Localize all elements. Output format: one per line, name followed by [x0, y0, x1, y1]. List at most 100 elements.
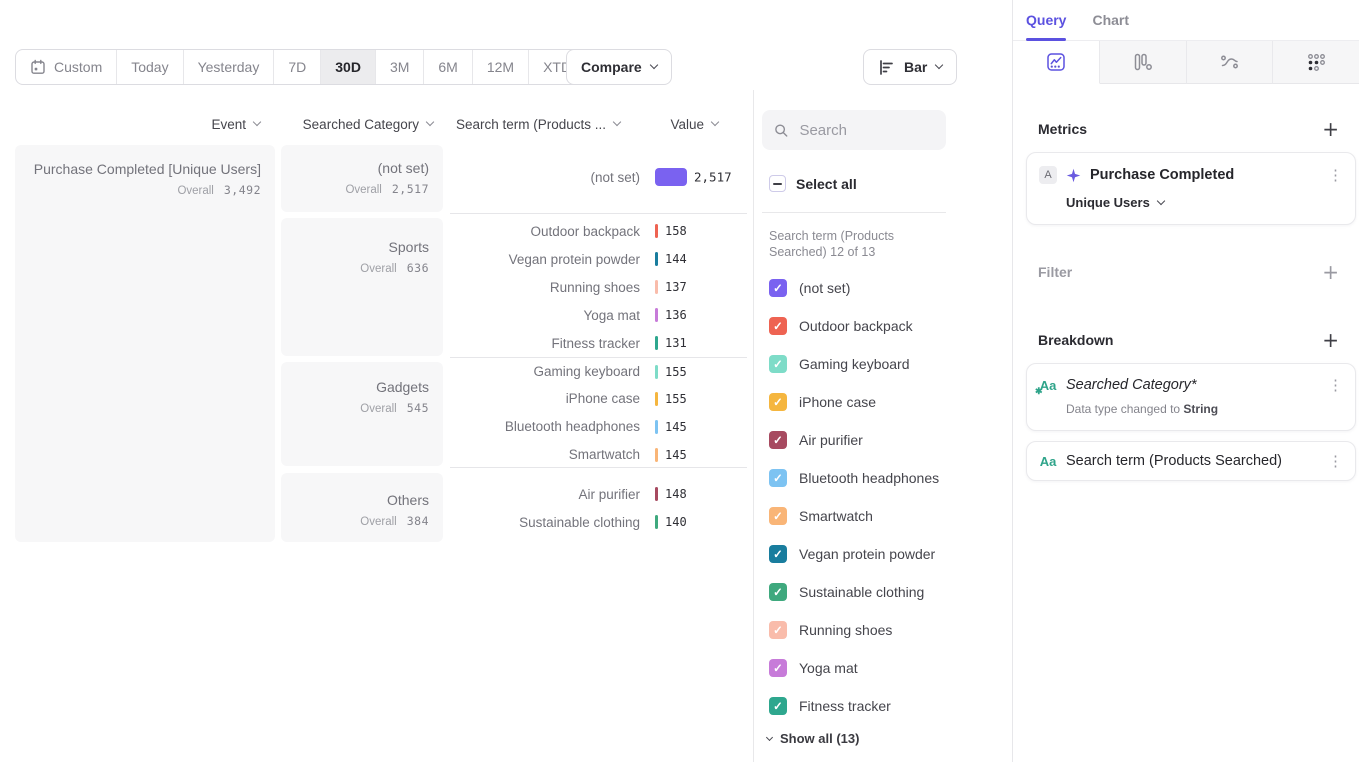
- add-filter-button[interactable]: +: [1322, 262, 1339, 282]
- checkbox-gaming-keyboard[interactable]: ✓: [769, 355, 787, 373]
- legend-item-not-set[interactable]: ✓(not set): [769, 270, 1009, 306]
- chevron-down-icon: [253, 118, 261, 126]
- chart-type-button[interactable]: Bar: [863, 49, 957, 85]
- checkbox-not-set[interactable]: ✓: [769, 279, 787, 297]
- chevron-down-icon: [613, 118, 621, 126]
- term-label: (not set): [450, 163, 640, 191]
- tab-query[interactable]: Query: [1026, 0, 1066, 40]
- chevron-down-icon: [426, 118, 434, 126]
- show-all-link[interactable]: Show all (13): [767, 731, 859, 746]
- tab-insights[interactable]: [1013, 41, 1100, 84]
- date-range-7d[interactable]: 7D: [274, 50, 321, 84]
- checkbox-outdoor-backpack[interactable]: ✓: [769, 317, 787, 335]
- bar-chart-icon: [878, 59, 895, 76]
- value-text: 145: [665, 420, 687, 434]
- column-header-search-term[interactable]: Search term (Products ...: [456, 113, 620, 135]
- value-bar[interactable]: [655, 336, 658, 350]
- category-card-others[interactable]: OthersOverall384: [281, 473, 443, 542]
- value-text: 144: [665, 252, 687, 266]
- add-metric-button[interactable]: +: [1322, 119, 1339, 139]
- breakdown-card-searched-category[interactable]: Aa✱ Searched Category* ⋮ Data type chang…: [1026, 363, 1356, 431]
- legend-item-running-shoes[interactable]: ✓Running shoes: [769, 612, 1009, 648]
- checkbox-smartwatch[interactable]: ✓: [769, 507, 787, 525]
- legend-item-label: Outdoor backpack: [799, 318, 913, 334]
- legend-search-box[interactable]: [762, 110, 946, 150]
- date-range-6m[interactable]: 6M: [424, 50, 472, 84]
- checkbox-yoga-mat[interactable]: ✓: [769, 659, 787, 677]
- value-bar[interactable]: [655, 487, 658, 501]
- checkbox-vegan-protein-powder[interactable]: ✓: [769, 545, 787, 563]
- legend-item-yoga-mat[interactable]: ✓Yoga mat: [769, 650, 1009, 686]
- term-label: Running shoes: [450, 273, 640, 301]
- column-header-value[interactable]: Value: [640, 113, 718, 135]
- date-range-12m[interactable]: 12M: [473, 50, 529, 84]
- value-bar[interactable]: [655, 280, 658, 294]
- category-card-not-set[interactable]: (not set)Overall2,517: [281, 145, 443, 212]
- date-range-custom[interactable]: Custom: [16, 50, 117, 84]
- tab-flows[interactable]: [1187, 41, 1274, 84]
- date-range-30d[interactable]: 30D: [321, 50, 376, 84]
- tab-chart[interactable]: Chart: [1092, 0, 1129, 40]
- value-bar[interactable]: [655, 420, 658, 434]
- string-type-icon: Aa✱: [1039, 378, 1057, 393]
- legend-item-gaming-keyboard[interactable]: ✓ Gaming keyboard: [769, 346, 1009, 382]
- panel-divider: [753, 90, 754, 762]
- date-range-yesterday[interactable]: Yesterday: [184, 50, 275, 84]
- checkbox-running-shoes[interactable]: ✓: [769, 621, 787, 639]
- counting-method-dropdown[interactable]: Unique Users: [1066, 195, 1343, 210]
- category-card-gadgets[interactable]: GadgetsOverall545: [281, 362, 443, 466]
- value-bar[interactable]: [655, 224, 658, 238]
- compare-button[interactable]: Compare: [566, 49, 672, 85]
- term-row-air-purifier: Air purifier148: [450, 480, 747, 508]
- metric-card[interactable]: A Purchase Completed ⋮ Unique Users: [1026, 152, 1356, 225]
- legend-item-fitness-tracker[interactable]: ✓Fitness tracker: [769, 688, 1009, 724]
- legend-item-label: Gaming keyboard: [799, 356, 910, 372]
- value-bar[interactable]: [655, 252, 658, 266]
- column-header-event[interactable]: Event: [15, 113, 260, 135]
- divider: [762, 212, 946, 213]
- value-text: 136: [665, 308, 687, 322]
- column-header-searched-category[interactable]: Searched Category: [281, 113, 433, 135]
- tab-funnels[interactable]: [1100, 41, 1187, 84]
- value-bar[interactable]: [655, 308, 658, 322]
- add-breakdown-button[interactable]: +: [1322, 330, 1339, 350]
- checkbox-air-purifier[interactable]: ✓: [769, 431, 787, 449]
- checkbox-iphone-case[interactable]: ✓: [769, 393, 787, 411]
- event-card[interactable]: Purchase Completed [Unique Users] Overal…: [15, 145, 275, 542]
- kebab-menu-icon[interactable]: ⋮: [1328, 454, 1343, 469]
- value-bar[interactable]: [655, 392, 658, 406]
- legend-item-air-purifier[interactable]: ✓Air purifier: [769, 422, 1009, 458]
- kebab-menu-icon[interactable]: ⋮: [1328, 168, 1343, 183]
- indeterminate-checkbox-icon[interactable]: [769, 175, 786, 192]
- legend-item-smartwatch[interactable]: ✓Smartwatch: [769, 498, 1009, 534]
- legend-item-sustainable-clothing[interactable]: ✓Sustainable clothing: [769, 574, 1009, 610]
- breakdown-card-search-term[interactable]: Aa Search term (Products Searched) ⋮: [1026, 441, 1356, 481]
- search-input[interactable]: [797, 121, 934, 140]
- legend-item-iphone-case[interactable]: ✓iPhone case: [769, 384, 1009, 420]
- checkbox-bluetooth-headphones[interactable]: ✓: [769, 469, 787, 487]
- kebab-menu-icon[interactable]: ⋮: [1328, 378, 1343, 393]
- term-row-yoga-mat: Yoga mat136: [450, 301, 747, 329]
- event-sparkle-icon: [1066, 168, 1081, 183]
- term-label: Bluetooth headphones: [450, 413, 640, 440]
- legend-item-outdoor-backpack[interactable]: ✓ Outdoor backpack: [769, 308, 1009, 344]
- category-card-sports[interactable]: SportsOverall636: [281, 218, 443, 356]
- chevron-down-icon: [935, 61, 943, 69]
- value-bar[interactable]: [655, 448, 658, 462]
- date-range-today[interactable]: Today: [117, 50, 183, 84]
- data-type-note: Data type changed to String: [1066, 402, 1343, 416]
- value-bar[interactable]: [655, 168, 687, 186]
- value-bar[interactable]: [655, 515, 658, 529]
- value-text: 131: [665, 336, 687, 350]
- value-bar[interactable]: [655, 365, 658, 379]
- search-icon: [774, 122, 788, 139]
- checkbox-sustainable-clothing[interactable]: ✓: [769, 583, 787, 601]
- date-range-3m[interactable]: 3M: [376, 50, 424, 84]
- select-all-toggle[interactable]: Select all: [769, 175, 857, 192]
- legend-item-vegan-protein-powder[interactable]: ✓Vegan protein powder: [769, 536, 1009, 572]
- tab-retention[interactable]: [1273, 41, 1359, 84]
- checkbox-fitness-tracker[interactable]: ✓: [769, 697, 787, 715]
- report-type-strip: [1013, 41, 1359, 84]
- breakdown-property-name: Searched Category*: [1066, 377, 1319, 393]
- legend-item-bluetooth-headphones[interactable]: ✓Bluetooth headphones: [769, 460, 1009, 496]
